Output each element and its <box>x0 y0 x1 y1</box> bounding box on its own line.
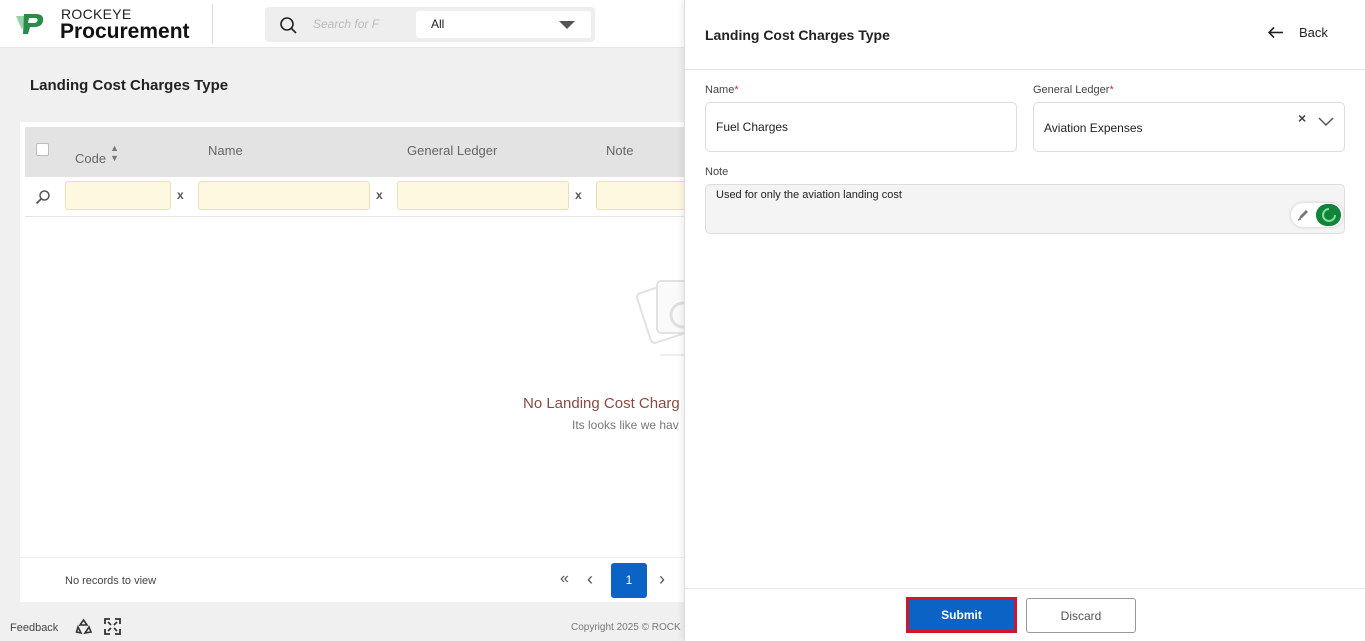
select-all-checkbox[interactable] <box>36 143 49 156</box>
spinner-icon[interactable] <box>1316 204 1341 226</box>
required-mark: * <box>1109 84 1114 96</box>
prev-page-button[interactable]: ‹ <box>587 569 593 590</box>
name-field-label: Name* <box>705 84 739 96</box>
empty-state-title: No Landing Cost Charg <box>523 395 680 412</box>
name-label-text: Name <box>705 84 735 96</box>
search-icon[interactable] <box>279 16 297 34</box>
note-textarea[interactable]: Used for only the aviation landing cost <box>705 184 1345 234</box>
sort-icon[interactable]: ▲ ▼ <box>110 143 119 163</box>
filter-general-ledger-input[interactable] <box>397 181 569 210</box>
chevron-down-icon <box>559 21 575 29</box>
filter-name-clear[interactable]: x <box>376 188 383 202</box>
drawer-footer: Submit Discard <box>685 588 1365 641</box>
copyright-text: Copyright 2025 © ROCK <box>571 622 681 633</box>
filter-name-input[interactable] <box>198 181 370 210</box>
general-ledger-select[interactable]: Aviation Expenses × <box>1033 102 1345 152</box>
clear-icon[interactable]: × <box>1298 110 1306 126</box>
discard-button[interactable]: Discard <box>1026 598 1136 633</box>
drawer-header: Landing Cost Charges Type Back <box>685 0 1365 70</box>
column-header-note[interactable]: Note <box>606 143 633 158</box>
search-input[interactable] <box>313 15 381 33</box>
column-header-label: Code <box>75 151 107 166</box>
empty-state-subtitle: Its looks like we hav <box>572 418 679 432</box>
first-page-button[interactable]: « <box>560 570 569 588</box>
global-search: All <box>265 7 595 42</box>
back-label: Back <box>1299 25 1328 40</box>
feedback-link[interactable]: Feedback <box>10 622 58 634</box>
records-count-text: No records to view <box>65 575 157 587</box>
drawer-title: Landing Cost Charges Type <box>705 27 890 43</box>
recycle-icon[interactable] <box>75 618 92 635</box>
back-button[interactable]: Back <box>1267 24 1347 44</box>
data-grid-card: Code▲ ▼ Name General Ledger Note x x x No… <box>20 122 720 602</box>
grid-footer: No records to view « ‹ 1 › <box>20 557 720 602</box>
general-ledger-label-text: General Ledger <box>1033 84 1110 96</box>
page-number-button[interactable]: 1 <box>611 563 647 598</box>
note-tools <box>1291 203 1343 227</box>
column-header-name[interactable]: Name <box>208 143 243 158</box>
required-mark: * <box>734 84 739 96</box>
column-header-general-ledger[interactable]: General Ledger <box>407 143 497 158</box>
filter-code-input[interactable] <box>65 181 171 210</box>
search-scope-value: All <box>431 17 445 31</box>
grid-header: Code▲ ▼ Name General Ledger Note <box>25 127 715 177</box>
filter-general-ledger-clear[interactable]: x <box>575 188 582 202</box>
page-title: Landing Cost Charges Type <box>30 77 229 94</box>
submit-button[interactable]: Submit <box>906 597 1017 633</box>
pen-icon[interactable] <box>1296 207 1311 222</box>
search-scope-select[interactable]: All <box>416 11 591 38</box>
filter-search-icon <box>35 190 50 205</box>
brand-divider <box>212 4 213 44</box>
fullscreen-icon[interactable] <box>104 618 121 635</box>
column-header-code[interactable]: Code▲ ▼ <box>75 143 119 166</box>
general-ledger-value: Aviation Expenses <box>1044 121 1143 135</box>
filter-row: x x x <box>25 177 716 217</box>
chevron-down-icon[interactable] <box>1318 113 1334 129</box>
back-arrow-icon <box>1267 26 1283 39</box>
name-input[interactable] <box>705 102 1017 152</box>
next-page-button[interactable]: › <box>659 569 665 590</box>
note-field-label: Note <box>705 166 729 178</box>
landing-cost-drawer: Landing Cost Charges Type Back Name* Gen… <box>684 0 1365 641</box>
brand-name: Procurement <box>60 20 190 43</box>
filter-code-clear[interactable]: x <box>177 188 184 202</box>
logo-icon <box>16 14 44 34</box>
app-footer: Feedback Copyright 2025 © ROCK <box>0 612 700 641</box>
general-ledger-field-label: General Ledger* <box>1033 84 1114 96</box>
